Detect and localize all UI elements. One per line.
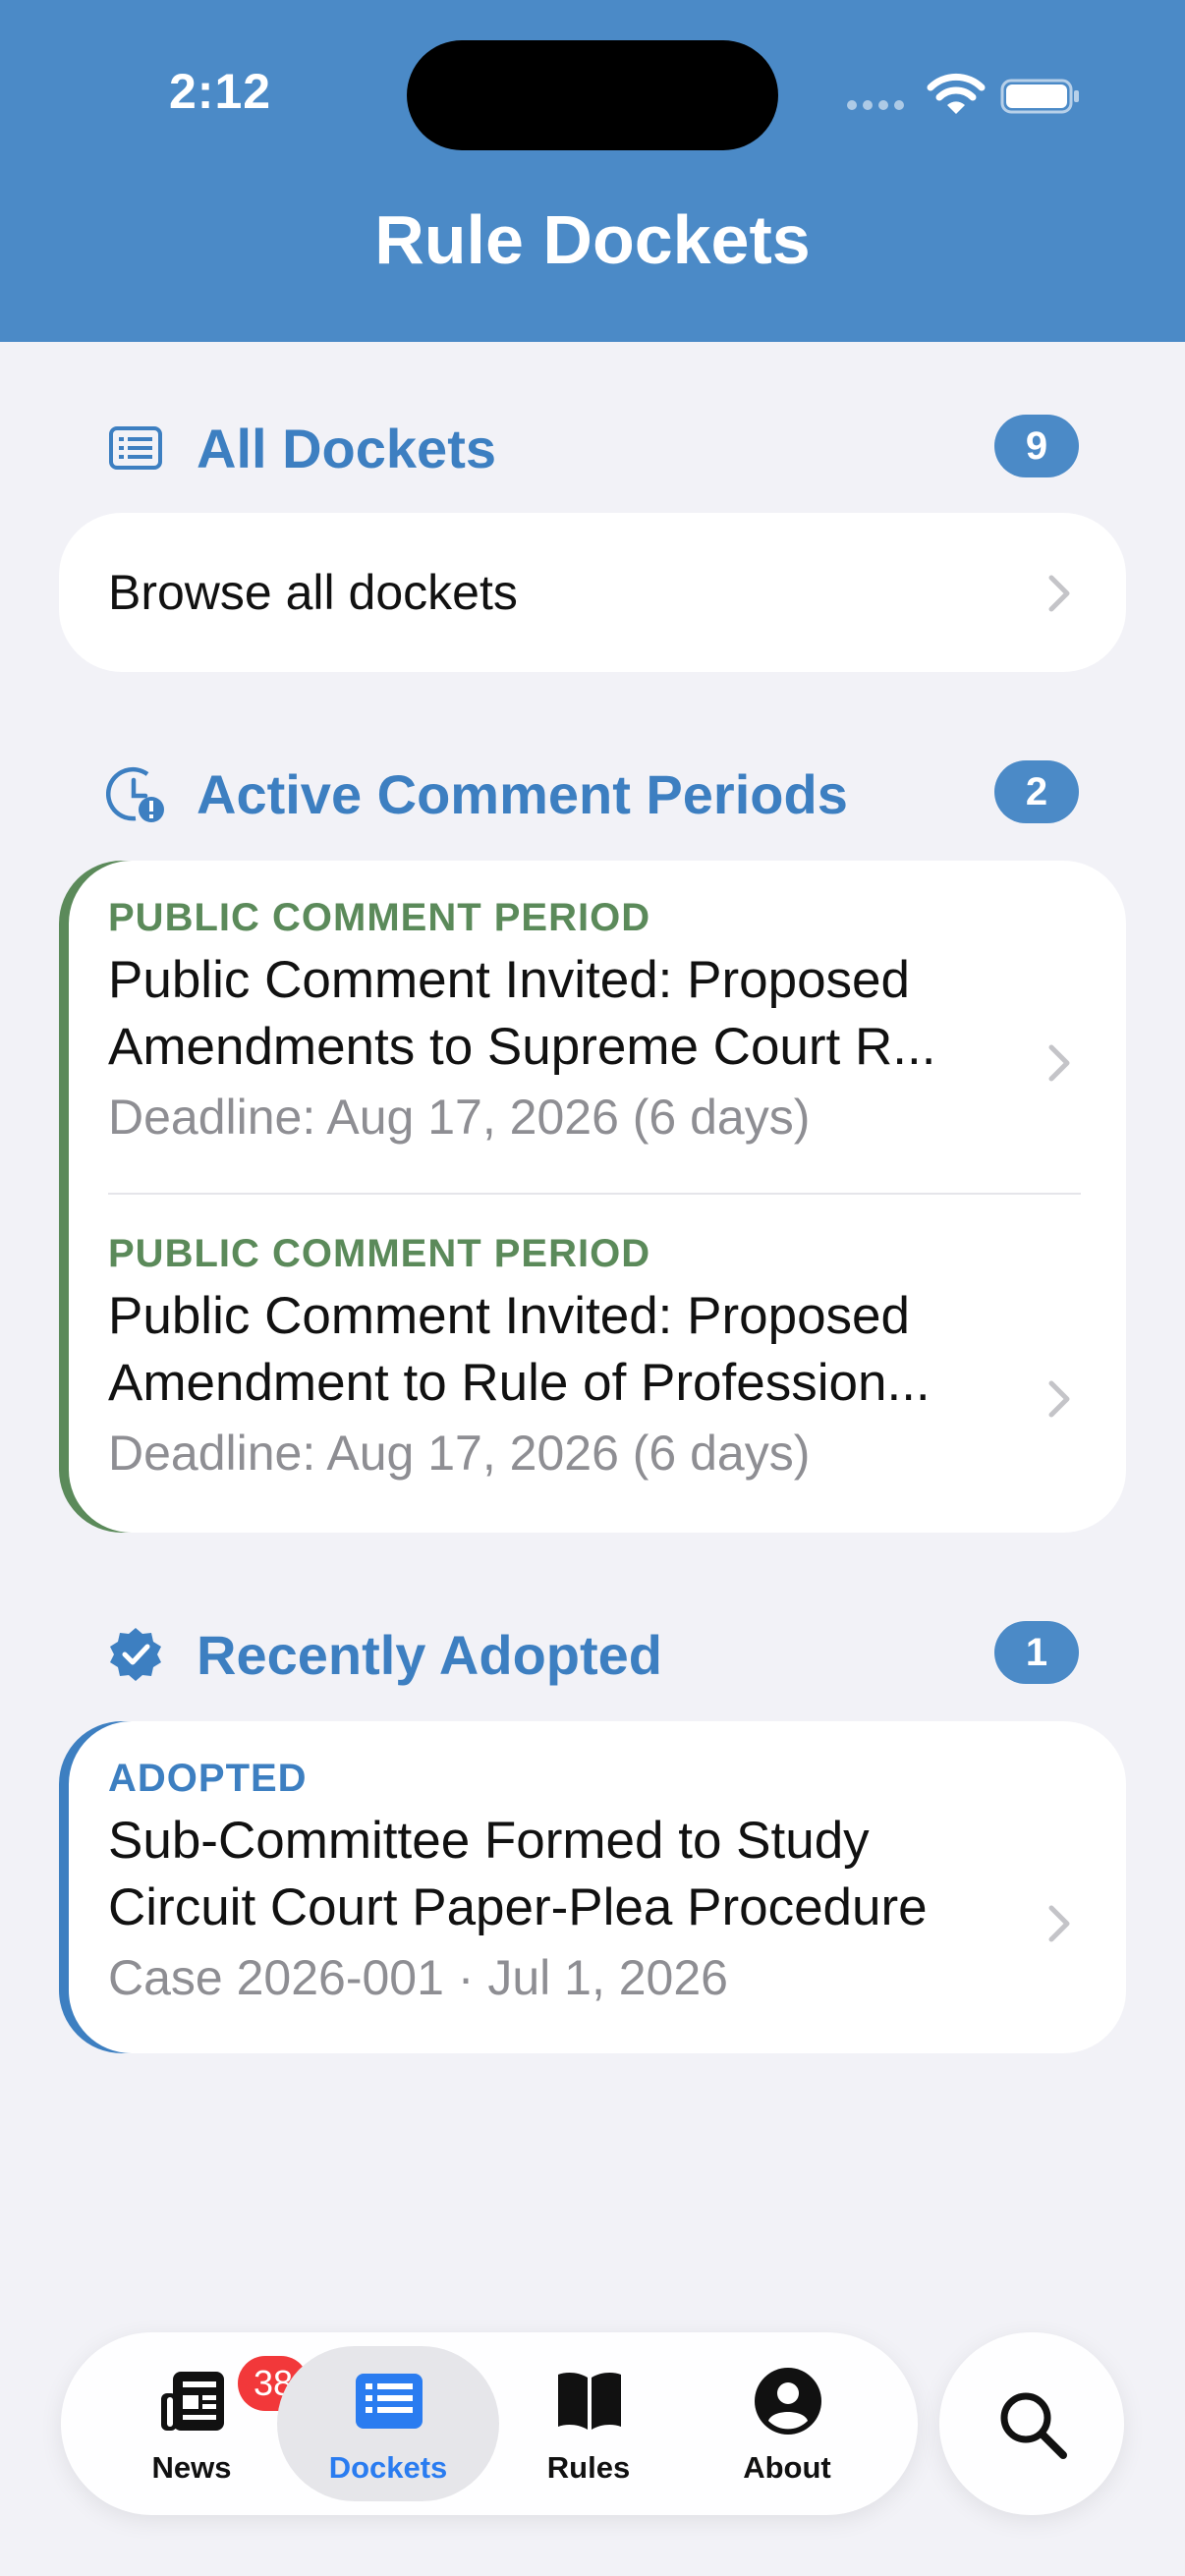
person-circle-icon [755, 2368, 821, 2435]
chevron-right-icon [1048, 1044, 1070, 1082]
newspaper-icon [161, 2372, 224, 2431]
tab-news[interactable]: News 38 [81, 2346, 309, 2501]
docket-deadline: Deadline: Aug 17, 2026 (6 days) [108, 1090, 811, 1145]
section-header-recently-adopted: Recently Adopted 1 [106, 1617, 1079, 1686]
active-comment-periods-card: PUBLIC COMMENT PERIOD Public Comment Inv… [59, 861, 1126, 1533]
docket-kind: PUBLIC COMMENT PERIOD [108, 896, 651, 939]
book-icon [558, 2373, 621, 2430]
count-badge: 1 [994, 1621, 1079, 1684]
browse-all-dockets-row[interactable]: Browse all dockets [59, 513, 1126, 672]
tab-label: Dockets [328, 2450, 448, 2485]
page-title: Rule Dockets [374, 201, 811, 278]
clock-alert-icon [106, 766, 164, 822]
chevron-right-icon [1048, 1905, 1070, 1942]
count-badge: 9 [994, 415, 1079, 477]
section-header-all-dockets: All Dockets 9 [106, 411, 1079, 479]
section-title: All Dockets [197, 418, 496, 479]
tab-rules[interactable]: Rules [478, 2346, 700, 2501]
browse-label: Browse all dockets [108, 565, 518, 620]
docket-row[interactable]: PUBLIC COMMENT PERIOD Public Comment Inv… [59, 1232, 1126, 1527]
battery-icon [1000, 79, 1079, 114]
docket-row[interactable]: PUBLIC COMMENT PERIOD Public Comment Inv… [59, 896, 1126, 1191]
chevron-right-icon [1048, 1380, 1070, 1418]
tab-dockets[interactable]: Dockets [277, 2346, 499, 2501]
nav-header: 2:12 Rule Dockets [0, 0, 1185, 342]
section-header-active-comment-periods: Active Comment Periods 2 [106, 756, 1079, 825]
list-icon [356, 2374, 423, 2429]
search-button[interactable] [939, 2332, 1124, 2515]
tab-label: About [743, 2450, 831, 2485]
docket-kind: PUBLIC COMMENT PERIOD [108, 1232, 651, 1275]
docket-case-date: Case 2026-001 · Jul 1, 2026 [108, 1950, 728, 2005]
screen: 2:12 Rule Dockets All Dockets 9 Browse a… [0, 0, 1185, 2576]
dynamic-island [407, 40, 778, 150]
tab-label: News [151, 2450, 232, 2485]
docket-deadline: Deadline: Aug 17, 2026 (6 days) [108, 1426, 811, 1481]
magnifier-icon [1000, 2392, 1067, 2459]
status-time: 2:12 [169, 64, 272, 119]
list-document-icon [109, 426, 162, 470]
chevron-right-icon [1048, 575, 1070, 612]
tab-bar: News 38 Dockets Rules About [61, 2332, 918, 2515]
tab-label: Rules [546, 2450, 631, 2485]
docket-title: Public Comment Invited: Proposed Amendme… [108, 1287, 931, 1412]
docket-title: Public Comment Invited: Proposed Amendme… [108, 951, 936, 1076]
section-title: Recently Adopted [197, 1624, 662, 1686]
docket-kind: ADOPTED [108, 1757, 308, 1800]
wifi-icon [927, 73, 986, 114]
cellular-signal-icon [847, 100, 906, 114]
count-badge: 2 [994, 760, 1079, 823]
checkmark-seal-icon [110, 1628, 161, 1681]
recently-adopted-card: ADOPTED Sub-Committee Formed to Study Ci… [59, 1721, 1126, 2053]
docket-row[interactable]: ADOPTED Sub-Committee Formed to Study Ci… [59, 1757, 1126, 2051]
section-title: Active Comment Periods [197, 763, 848, 825]
row-divider [108, 1193, 1081, 1195]
docket-title: Sub-Committee Formed to Study Circuit Co… [108, 1812, 928, 1936]
tab-about[interactable]: About [676, 2346, 898, 2501]
